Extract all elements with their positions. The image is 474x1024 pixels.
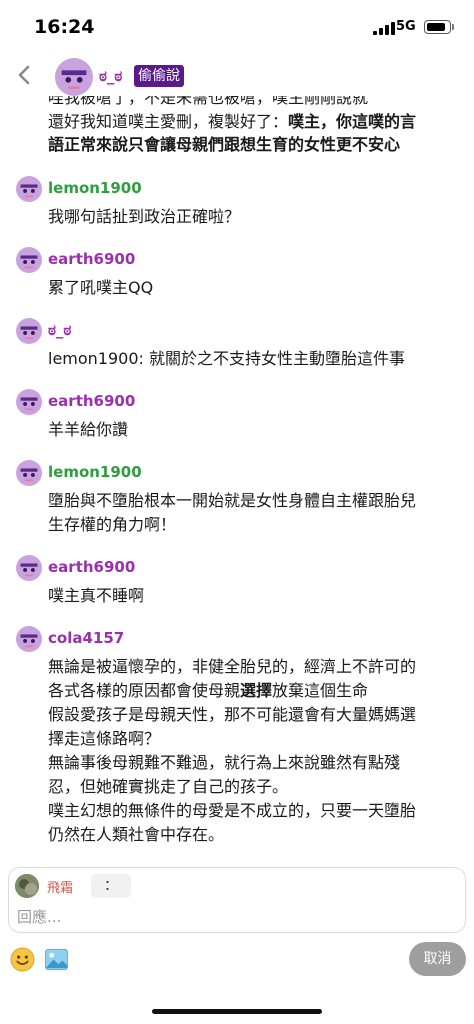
avatar[interactable] [16,555,42,581]
message-text: 噗主真不睡啊 [48,586,145,605]
network-label: 5G [396,19,416,34]
message-line-bold: 選擇 [240,681,273,700]
message-text: lemon1900: 就關於之不支持女性主動墮胎這件事 [48,349,406,368]
back-icon[interactable] [12,62,38,88]
message-line: 各式各樣的原因都會使母親選擇放棄這個生命 [48,679,458,702]
emoji-icon[interactable] [10,947,35,972]
username[interactable]: lemon1900 [48,179,142,197]
username[interactable]: earth6900 [48,558,135,576]
username[interactable]: lemon1900 [48,463,142,481]
chat-list[interactable]: 哇我被嗆了，不是朱需也被嗆，噗主剛剛說就 還好我知道噗主愛刪，複製好了：噗主，你… [0,96,474,858]
partial-line-2-plain: 還好我知道噗主愛刪，複製好了： [48,112,289,131]
partial-line-2: 還好我知道噗主愛刪，複製好了：噗主，你這噗的言 [48,110,458,133]
signal-icon [373,22,395,35]
message-line: 仍然在人類社會中存在。 [48,825,225,844]
message-line: 忍，但她確實挑走了自己的孩子。 [48,777,289,796]
partial-line-3: 語正常來說只會讓母親們跟想生育的女性更不安心 [48,135,401,154]
composer-username: 飛霜 [47,881,74,896]
message-line: 墮胎與不墮胎根本一開始就是女性身體自主權跟胎兒 [48,491,417,510]
message-line-part: 各式各樣的原因都會使母親 [48,681,241,700]
home-indicator [152,1009,322,1014]
avatar[interactable] [16,176,42,202]
reply-composer: 飛霜 ： [8,867,466,933]
avatar[interactable] [16,626,42,652]
avatar[interactable] [16,247,42,273]
partial-line-2-bold: 噗主，你這噗的言 [288,112,417,131]
message-text: 羊羊給你讚 [48,420,129,439]
battery-icon [424,20,451,34]
header-username[interactable]: ಠ_ಠ [99,67,122,85]
image-icon[interactable] [44,947,69,972]
message-line: 擇走這條路啊？ [48,729,161,748]
partial-line-1: 哇我被嗆了，不是朱需也被嗆，噗主剛剛說就 [48,96,369,107]
avatar[interactable] [16,460,42,486]
message-text: 累了吼噗主QQ [48,278,154,297]
qualifier-selector[interactable]: ： [91,874,131,898]
status-bar: 16:24 5G [0,0,474,56]
message-line-part: 放棄這個生命 [272,681,369,700]
reply-input[interactable] [17,906,457,928]
qualifier-badge: 偷偷說 [134,65,184,87]
username[interactable]: ಠ_ಠ [48,321,71,339]
cancel-button[interactable]: 取消 [409,942,466,976]
username[interactable]: cola4157 [48,629,124,647]
battery-tip [452,24,454,30]
message-line: 假設愛孩子是母親天性，那不可能還會有大量媽媽選 [48,705,417,724]
status-time: 16:24 [34,16,95,38]
message-line: 生存權的角力啊！ [48,515,177,534]
avatar [15,874,39,898]
avatar[interactable] [16,389,42,415]
chat-header: ಠ_ಠ 偷偷說 [0,56,474,96]
username[interactable]: earth6900 [48,392,135,410]
message-line: 無論事後母親難不難過，就行為上來說雖然有點殘 [48,753,401,772]
message-text: 我哪句話扯到政治正確啦？ [48,207,241,226]
message-line: 噗主幻想的無條件的母愛是不成立的，只要一天墮胎 [48,801,417,820]
username[interactable]: earth6900 [48,250,135,268]
message-line: 無論是被逼懷孕的，非健全胎兒的，經濟上不許可的 [48,657,417,676]
avatar[interactable] [16,318,42,344]
avatar[interactable] [55,58,93,96]
